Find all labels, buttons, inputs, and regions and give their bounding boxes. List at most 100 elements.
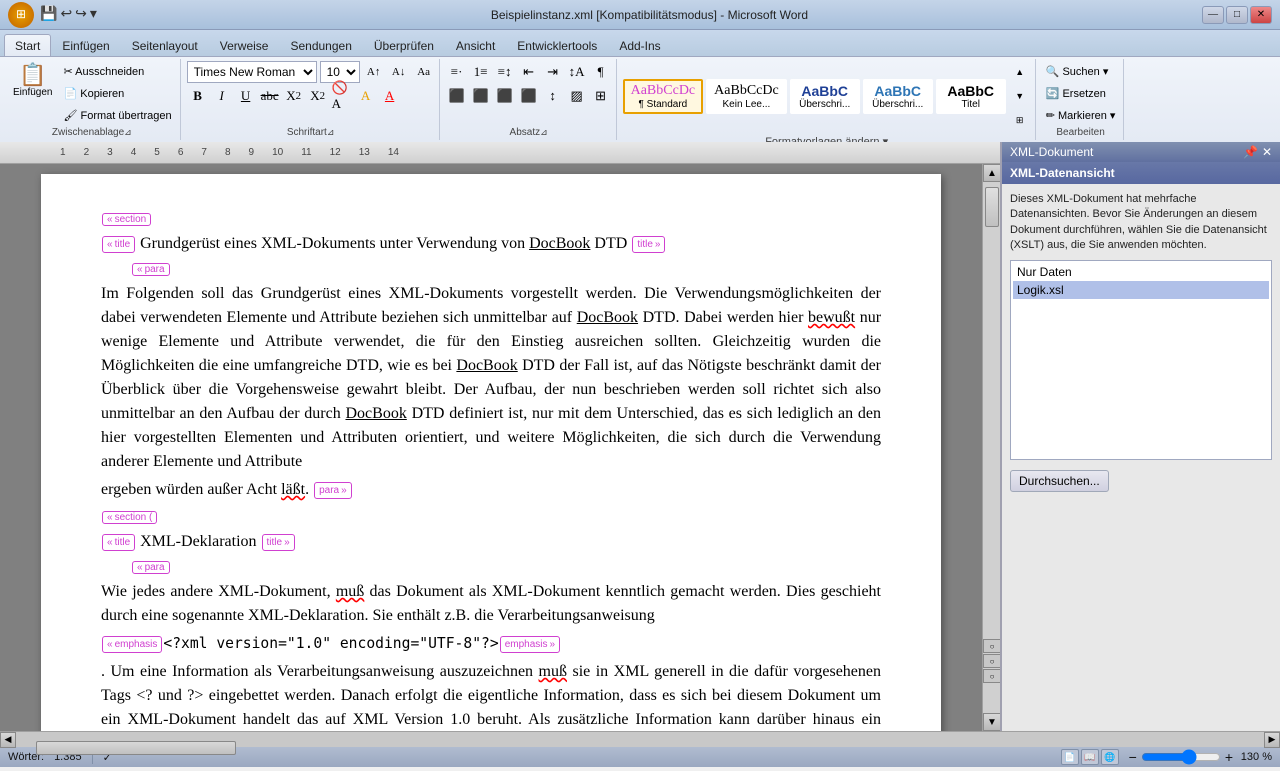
para-close-tag-1[interactable]: para xyxy=(314,482,352,499)
justify-button[interactable]: ⬛ xyxy=(518,85,540,107)
sort-button[interactable]: ↕A xyxy=(566,61,588,83)
xml-list-item-logik[interactable]: Logik.xsl xyxy=(1013,281,1269,299)
increase-indent-button[interactable]: ⇥ xyxy=(542,61,564,83)
scroll-up-button[interactable]: ▲ xyxy=(983,164,1000,182)
font-name-select[interactable]: Times New Roman xyxy=(187,61,317,83)
undo-icon[interactable]: ↩ xyxy=(60,6,72,23)
tab-ueberprufen[interactable]: Überprüfen xyxy=(363,34,445,56)
xml-views-list[interactable]: Nur Daten Logik.xsl xyxy=(1010,260,1272,460)
next-page-button[interactable]: ○ xyxy=(983,669,1000,683)
page-view-web[interactable]: 🌐 xyxy=(1101,749,1119,765)
emphasis-open-tag[interactable]: emphasis xyxy=(102,636,162,653)
line-spacing-button[interactable]: ↕ xyxy=(542,85,564,107)
scroll-thumb[interactable] xyxy=(985,187,999,227)
maximize-button[interactable]: □ xyxy=(1226,6,1248,24)
scroll-mode-button[interactable]: ○ xyxy=(983,654,1000,668)
section-open-tag-2[interactable]: section ( xyxy=(102,511,157,524)
redo-icon[interactable]: ↪ xyxy=(75,6,87,23)
subscript-button[interactable]: X2 xyxy=(283,85,305,107)
zoom-slider[interactable] xyxy=(1141,749,1221,765)
bullets-button[interactable]: ≡· xyxy=(446,61,468,83)
horizontal-scrollbar[interactable]: ◀ ▶ xyxy=(0,731,1280,747)
markieren-button[interactable]: ✏ Markieren ▾ xyxy=(1042,105,1120,125)
change-case-button[interactable]: Aa xyxy=(413,61,435,83)
tab-verweise[interactable]: Verweise xyxy=(209,34,280,56)
ausschneiden-button[interactable]: ✂ Ausschneiden xyxy=(59,61,175,81)
document-scroll[interactable]: section title Grundgerüst eines XML-Doku… xyxy=(0,164,982,731)
tab-sendungen[interactable]: Sendungen xyxy=(279,34,362,56)
shrink-font-button[interactable]: A↓ xyxy=(388,61,410,83)
tab-addins[interactable]: Add-Ins xyxy=(608,34,671,56)
absatz-expand-icon[interactable]: ⊿ xyxy=(540,127,548,138)
numbering-button[interactable]: 1≡ xyxy=(470,61,492,83)
zoom-in-button[interactable]: + xyxy=(1225,749,1233,765)
minimize-button[interactable]: — xyxy=(1202,6,1224,24)
style-titel[interactable]: AaBbC Titel xyxy=(936,79,1006,114)
bold-button[interactable]: B xyxy=(187,85,209,107)
page-view-print[interactable]: 📄 xyxy=(1061,749,1079,765)
style-ueberschrift2[interactable]: AaBbC Überschri... xyxy=(863,79,933,114)
style-scroll-down[interactable]: ▼ xyxy=(1009,85,1031,107)
superscript-button[interactable]: X2 xyxy=(307,85,329,107)
tab-start[interactable]: Start xyxy=(4,34,51,56)
scroll-track[interactable]: ○ ○ ○ xyxy=(983,182,1000,713)
absatz-row2: ⬛ ⬛ ⬛ ⬛ ↕ ▨ ⊞ xyxy=(446,85,612,107)
einfuegen-button[interactable]: 📋 Einfügen xyxy=(8,61,57,101)
hscroll-thumb[interactable] xyxy=(36,741,236,755)
tab-entwicklertools[interactable]: Entwicklertools xyxy=(506,34,608,56)
ersetzen-button[interactable]: 🔄 Ersetzen xyxy=(1042,83,1110,103)
decrease-indent-button[interactable]: ⇤ xyxy=(518,61,540,83)
hscroll-left-button[interactable]: ◀ xyxy=(0,732,16,748)
title-open-tag-1[interactable]: title xyxy=(102,236,135,253)
style-standard[interactable]: AaBbCcDc ¶ Standard xyxy=(623,79,704,114)
xml-list-item-nur-daten[interactable]: Nur Daten xyxy=(1013,263,1269,281)
xml-panel-close-icon[interactable]: ✕ xyxy=(1262,145,1272,159)
hscroll-right-button[interactable]: ▶ xyxy=(1264,732,1280,748)
show-marks-button[interactable]: ¶ xyxy=(590,61,612,83)
center-button[interactable]: ⬛ xyxy=(470,85,492,107)
tab-ansicht[interactable]: Ansicht xyxy=(445,34,506,56)
zwischenablage-expand-icon[interactable]: ⊿ xyxy=(124,127,132,138)
save-icon[interactable]: 💾 xyxy=(40,6,57,23)
emphasis-close-tag[interactable]: emphasis xyxy=(500,636,560,653)
tab-einfuegen[interactable]: Einfügen xyxy=(51,34,120,56)
suchen-button[interactable]: 🔍 Suchen ▾ xyxy=(1042,61,1113,81)
italic-button[interactable]: I xyxy=(211,85,233,107)
style-expand[interactable]: ⊞ xyxy=(1009,109,1031,131)
scroll-down-button[interactable]: ▼ xyxy=(983,713,1000,731)
office-button[interactable] xyxy=(8,2,34,28)
align-left-button[interactable]: ⬛ xyxy=(446,85,468,107)
style-kein-leerzeichen[interactable]: AaBbCcDc Kein Lee... xyxy=(706,79,787,114)
multilevel-button[interactable]: ≡↕ xyxy=(494,61,516,83)
grow-font-button[interactable]: A↑ xyxy=(363,61,385,83)
format-uebertragen-button[interactable]: 🖌 Format übertragen xyxy=(59,105,175,125)
title-close-tag-1[interactable]: title xyxy=(632,236,665,253)
group-bearbeiten-label: Bearbeiten xyxy=(1042,127,1120,138)
vertical-scrollbar[interactable]: ▲ ○ ○ ○ ▼ xyxy=(982,164,1000,731)
para-open-tag-2[interactable]: para xyxy=(132,561,170,574)
xml-search-button[interactable]: Durchsuchen... xyxy=(1010,470,1109,492)
schriftart-expand-icon[interactable]: ⊿ xyxy=(327,127,335,138)
shading-button[interactable]: ▨ xyxy=(566,85,588,107)
kopieren-button[interactable]: 📄 Kopieren xyxy=(59,83,175,103)
underline-button[interactable]: U xyxy=(235,85,257,107)
customize-icon[interactable]: ▾ xyxy=(90,6,97,23)
para-open-tag-1[interactable]: para xyxy=(132,263,170,276)
zoom-out-button[interactable]: − xyxy=(1129,749,1137,765)
style-scroll-up[interactable]: ▲ xyxy=(1009,61,1031,83)
page-view-reading[interactable]: 📖 xyxy=(1081,749,1099,765)
section-open-tag-1[interactable]: section xyxy=(102,213,151,226)
font-color-button[interactable]: A xyxy=(379,85,401,107)
clear-format-button[interactable]: 🚫A xyxy=(331,85,353,107)
strikethrough-button[interactable]: abc xyxy=(259,85,281,107)
style-ueberschrift1[interactable]: AaBbC Überschri... xyxy=(790,79,860,114)
highlight-button[interactable]: A xyxy=(355,85,377,107)
title-open-tag-2[interactable]: title xyxy=(102,534,135,551)
borders-button[interactable]: ⊞ xyxy=(590,85,612,107)
title-close-tag-2[interactable]: title xyxy=(262,534,295,551)
xml-panel-pin-icon[interactable]: 📌 xyxy=(1243,145,1258,159)
close-button[interactable]: ✕ xyxy=(1250,6,1272,24)
tab-seitenlayout[interactable]: Seitenlayout xyxy=(121,34,209,56)
align-right-button[interactable]: ⬛ xyxy=(494,85,516,107)
prev-page-button[interactable]: ○ xyxy=(983,639,1000,653)
